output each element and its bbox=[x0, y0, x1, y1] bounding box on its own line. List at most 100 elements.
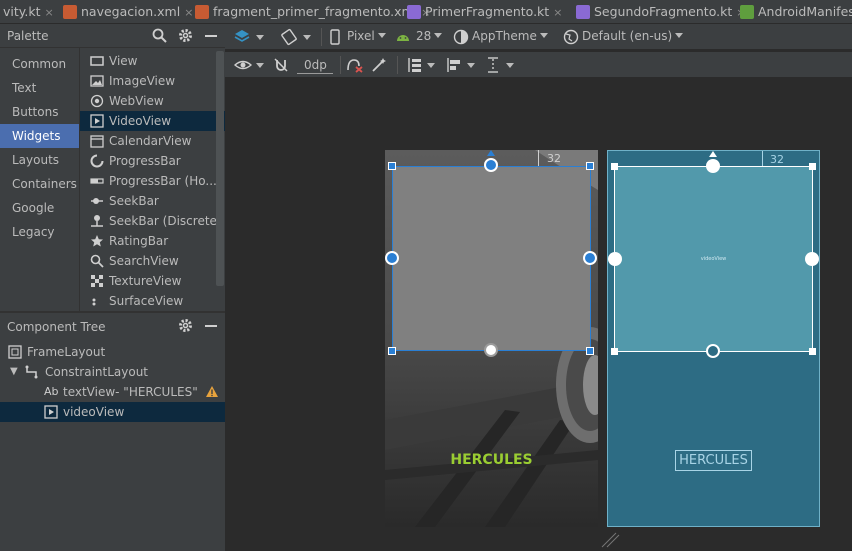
phone-icon[interactable] bbox=[329, 29, 341, 45]
widget-progressbar-horizontal[interactable]: ProgressBar (Ho... bbox=[80, 171, 225, 191]
tab-android-manifest[interactable]: AndroidManifest.x bbox=[737, 0, 852, 23]
play-icon bbox=[90, 114, 104, 128]
category-google[interactable]: Google bbox=[0, 196, 79, 220]
widget-surfaceview[interactable]: SurfaceView bbox=[80, 291, 225, 311]
chevron-down-icon[interactable] bbox=[427, 63, 435, 68]
category-buttons[interactable]: Buttons bbox=[0, 100, 79, 124]
chevron-down-icon[interactable] bbox=[467, 63, 475, 68]
tab-segundo-fragmento-kt[interactable]: SegundoFragmento.kt× bbox=[573, 0, 745, 23]
tab-fragment-primer-xml[interactable]: fragment_primer_fragmento.xml × bbox=[192, 0, 430, 23]
chevron-down-icon[interactable] bbox=[256, 63, 264, 68]
api-level-selector[interactable]: 28 bbox=[416, 29, 443, 43]
close-icon[interactable]: × bbox=[45, 6, 54, 19]
search-icon[interactable] bbox=[152, 28, 167, 43]
eye-icon[interactable] bbox=[234, 58, 252, 72]
resize-handle-top-right[interactable] bbox=[586, 162, 594, 170]
constraint-anchor-right[interactable] bbox=[583, 251, 597, 265]
constraint-anchor-right[interactable] bbox=[805, 252, 819, 266]
widget-label: SeekBar bbox=[109, 194, 159, 208]
category-containers[interactable]: Containers bbox=[0, 172, 79, 196]
widget-webview[interactable]: WebView bbox=[80, 91, 225, 111]
constraint-anchor-left[interactable] bbox=[385, 251, 399, 265]
resize-handle-bottom-right[interactable] bbox=[809, 348, 816, 355]
tab-label: fragment_primer_fragmento.xml bbox=[213, 4, 418, 19]
xml-file-icon bbox=[195, 5, 209, 19]
category-legacy[interactable]: Legacy bbox=[0, 220, 79, 244]
category-text[interactable]: Text bbox=[0, 76, 79, 100]
design-preview[interactable]: 32 HERCULES bbox=[385, 150, 598, 527]
resize-handle-bottom-left[interactable] bbox=[611, 348, 618, 355]
hercules-text-outline[interactable]: HERCULES bbox=[675, 450, 752, 471]
clear-constraints-icon[interactable] bbox=[346, 57, 364, 73]
device-selector[interactable]: Pixel bbox=[347, 29, 386, 43]
video-view-outline[interactable]: videoView bbox=[614, 166, 813, 352]
star-icon bbox=[91, 235, 103, 247]
widget-videoview[interactable]: VideoView bbox=[80, 111, 225, 131]
autoconnect-off-icon[interactable] bbox=[273, 57, 289, 73]
tree-node-label: textView- "HERCULES" bbox=[63, 385, 198, 399]
constraint-anchor-top[interactable] bbox=[484, 158, 498, 172]
resize-handle-top-right[interactable] bbox=[809, 163, 816, 170]
chevron-down-icon[interactable] bbox=[506, 63, 514, 68]
chevron-down-icon[interactable] bbox=[303, 35, 311, 40]
manifest-file-icon bbox=[740, 5, 754, 19]
palette-scrollbar[interactable] bbox=[216, 51, 224, 286]
default-margin-field[interactable]: 0dp bbox=[297, 56, 333, 74]
chevron-down-icon bbox=[675, 33, 684, 38]
seekbar-icon bbox=[91, 198, 103, 204]
resize-handle-bottom-left[interactable] bbox=[388, 347, 396, 355]
texture-icon bbox=[91, 275, 103, 287]
magic-wand-icon[interactable] bbox=[371, 57, 387, 73]
tree-node-videoview[interactable]: videoView bbox=[0, 402, 225, 422]
resize-handle-top-left[interactable] bbox=[388, 162, 396, 170]
resize-handle-top-left[interactable] bbox=[611, 163, 618, 170]
video-view[interactable] bbox=[392, 166, 591, 351]
progress-bar-icon bbox=[90, 178, 104, 184]
minimize-icon[interactable] bbox=[205, 325, 217, 327]
surface-icon bbox=[92, 298, 96, 306]
gear-icon[interactable] bbox=[178, 318, 193, 333]
constraint-anchor-bottom[interactable] bbox=[706, 344, 720, 358]
constraint-anchor-top[interactable] bbox=[706, 159, 720, 173]
guidelines-icon[interactable] bbox=[486, 57, 500, 73]
widget-seekbar[interactable]: SeekBar bbox=[80, 191, 225, 211]
widget-calendarview[interactable]: CalendarView bbox=[80, 131, 225, 151]
widget-imageview[interactable]: ImageView bbox=[80, 71, 225, 91]
constraint-anchor-left[interactable] bbox=[608, 252, 622, 266]
align-icon[interactable] bbox=[446, 57, 462, 73]
widget-ratingbar[interactable]: RatingBar bbox=[80, 231, 225, 251]
tree-node-label: ConstraintLayout bbox=[45, 365, 149, 379]
tab-navegacion-xml[interactable]: navegacion.xml × bbox=[60, 0, 193, 23]
close-icon[interactable]: × bbox=[553, 6, 562, 19]
widget-seekbar-discrete[interactable]: SeekBar (Discrete) bbox=[80, 211, 225, 231]
resize-handle-bottom-right[interactable] bbox=[586, 347, 594, 355]
widget-progressbar[interactable]: ProgressBar bbox=[80, 151, 225, 171]
widget-view[interactable]: View bbox=[80, 51, 225, 71]
resize-corner-icon[interactable] bbox=[600, 532, 620, 548]
tree-node-framelayout[interactable]: FrameLayout bbox=[0, 342, 225, 362]
category-widgets[interactable]: Widgets bbox=[0, 124, 79, 148]
orientation-icon[interactable] bbox=[280, 28, 298, 46]
layers-icon[interactable] bbox=[233, 28, 251, 46]
widget-label: SearchView bbox=[109, 254, 179, 268]
tree-node-constraintlayout[interactable]: ▼ ConstraintLayout bbox=[0, 362, 225, 382]
widget-textureview[interactable]: TextureView bbox=[80, 271, 225, 291]
category-common[interactable]: Common bbox=[0, 52, 79, 76]
constraint-arrow-icon bbox=[487, 150, 495, 156]
gear-icon[interactable] bbox=[178, 28, 193, 43]
constraint-anchor-bottom[interactable] bbox=[484, 343, 498, 357]
warning-icon[interactable] bbox=[205, 385, 219, 398]
hercules-text[interactable]: HERCULES bbox=[385, 452, 598, 468]
chevron-down-icon[interactable] bbox=[256, 35, 264, 40]
pack-icon[interactable] bbox=[406, 57, 422, 73]
minimize-icon[interactable] bbox=[205, 35, 217, 37]
tree-node-textview[interactable]: Ab textView- "HERCULES" bbox=[0, 382, 225, 402]
blueprint-preview[interactable]: 32 videoView HERCULES bbox=[607, 150, 820, 527]
theme-selector[interactable]: AppTheme bbox=[472, 29, 548, 43]
category-layouts[interactable]: Layouts bbox=[0, 148, 79, 172]
tab-primer-fragmento-kt[interactable]: PrimerFragmento.kt × bbox=[404, 0, 562, 23]
expand-arrow-icon[interactable]: ▼ bbox=[10, 362, 18, 382]
widget-searchview[interactable]: SearchView bbox=[80, 251, 225, 271]
locale-selector[interactable]: Default (en-us) bbox=[582, 29, 684, 43]
tab-activity-kt[interactable]: vity.kt × bbox=[0, 0, 54, 23]
